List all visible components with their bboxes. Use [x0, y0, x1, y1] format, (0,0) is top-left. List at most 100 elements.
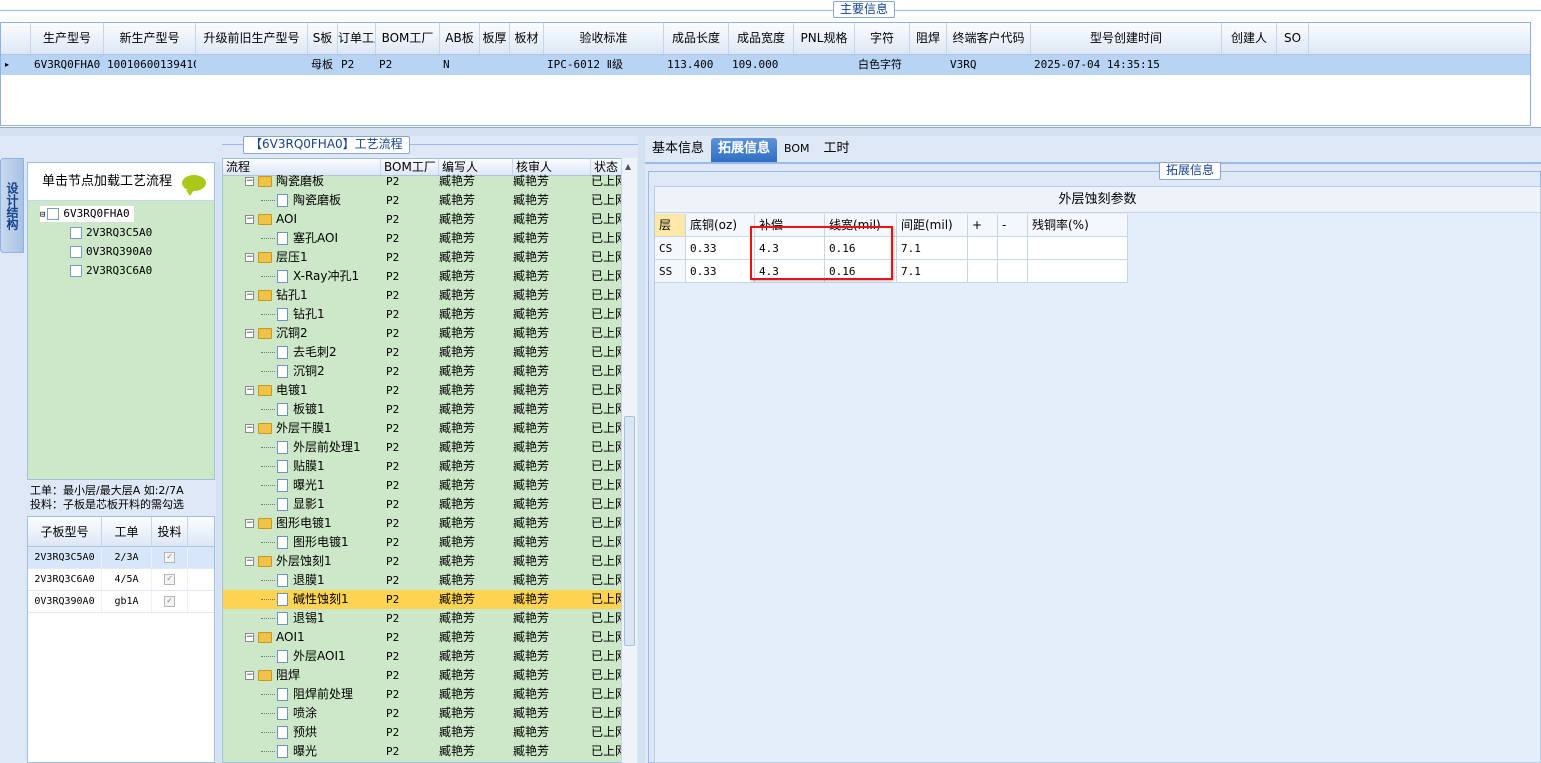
table-cell[interactable] — [968, 260, 998, 282]
table-row[interactable]: ▸ 6V3RQ0FHA0 10010600139410 母板 P2 P2 N IPC-6012… — [1, 55, 1530, 75]
flow-row[interactable]: − 电镀1 P2 臧艳芳 臧艳芳 已上网 — [223, 381, 621, 400]
table-cell[interactable]: 2025-07-04 14:35:15 — [1031, 55, 1222, 74]
column-header[interactable]: 型号创建时间 — [1031, 23, 1222, 54]
process-flow-tree[interactable]: 流程BOM工厂编写人核审人状态 −陶瓷磨板P2臧艳芳臧艳芳已上网陶瓷磨板P2臧艳… — [222, 158, 637, 763]
flow-row[interactable]: 塞孔AOI P2 臧艳芳 臧艳芳 已上网 — [223, 229, 621, 248]
table-row[interactable]: 0V3RQ390A0 gb1A ✓ — [28, 591, 214, 613]
horizontal-splitter[interactable] — [0, 128, 1541, 136]
column-header[interactable]: 工单 — [102, 517, 152, 546]
column-header[interactable]: 新生产型号 — [104, 23, 196, 54]
collapse-icon[interactable]: − — [245, 329, 254, 338]
flow-row[interactable]: 图形电镀1 P2 臧艳芳 臧艳芳 已上网 — [223, 533, 621, 552]
column-header[interactable]: 升级前旧生产型号 — [196, 23, 308, 54]
scroll-up-icon[interactable]: ▲ — [625, 162, 631, 171]
tab-2[interactable]: BOM — [777, 138, 817, 162]
table-cell[interactable] — [794, 55, 855, 74]
table-cell[interactable]: 0.33 — [686, 260, 755, 282]
table-cell[interactable]: V3RQ — [947, 55, 1031, 74]
table-cell[interactable]: 109.000 — [729, 55, 794, 74]
column-header[interactable]: BOM工厂 — [376, 23, 440, 54]
flow-row[interactable]: − 陶瓷磨板 P2 臧艳芳 臧艳芳 已上网 — [223, 172, 621, 191]
flow-row[interactable]: 板镀1 P2 臧艳芳 臧艳芳 已上网 — [223, 400, 621, 419]
collapse-icon[interactable]: − — [245, 519, 254, 528]
flow-row[interactable]: 曝光 P2 臧艳芳 臧艳芳 已上网 — [223, 742, 621, 761]
collapse-icon[interactable]: − — [245, 215, 254, 224]
column-header[interactable]: 投料 — [152, 517, 188, 546]
column-header[interactable]: 创建人 — [1222, 23, 1277, 54]
flow-row[interactable]: 外层前处理1 P2 臧艳芳 臧艳芳 已上网 — [223, 438, 621, 457]
flow-row[interactable]: 曝光1 P2 臧艳芳 臧艳芳 已上网 — [223, 476, 621, 495]
collapse-icon[interactable]: − — [245, 177, 254, 186]
flow-row[interactable]: − AOI1 P2 臧艳芳 臧艳芳 已上网 — [223, 628, 621, 647]
flow-row[interactable]: 显影1 P2 臧艳芳 臧艳芳 已上网 — [223, 495, 621, 514]
column-header[interactable]: + — [968, 214, 998, 236]
table-cell[interactable]: P2 — [338, 55, 376, 74]
column-header[interactable]: 子板型号 — [28, 517, 102, 546]
column-header[interactable]: 字符 — [855, 23, 910, 54]
flow-row[interactable]: − 外层蚀刻1 P2 臧艳芳 臧艳芳 已上网 — [223, 552, 621, 571]
flow-row[interactable]: 陶瓷磨板 P2 臧艳芳 臧艳芳 已上网 — [223, 191, 621, 210]
feed-checkbox[interactable]: ✓ — [164, 573, 175, 585]
flow-row[interactable]: − 钻孔1 P2 臧艳芳 臧艳芳 已上网 — [223, 286, 621, 305]
flow-row[interactable]: 外层AOI1 P2 臧艳芳 臧艳芳 已上网 — [223, 647, 621, 666]
column-header[interactable]: AB板 — [440, 23, 480, 54]
middle-splitter[interactable] — [638, 136, 645, 763]
flow-row[interactable]: − 图形电镀1 P2 臧艳芳 臧艳芳 已上网 — [223, 514, 621, 533]
column-header[interactable]: 板材 — [510, 23, 544, 54]
flow-row[interactable]: 贴膜1 P2 臧艳芳 臧艳芳 已上网 — [223, 457, 621, 476]
tree-node[interactable]: 0V3RQ390A0 — [70, 244, 152, 260]
table-cell[interactable] — [510, 55, 544, 74]
collapse-icon[interactable]: ⊟ — [40, 210, 45, 220]
tree-node[interactable]: 2V3RQ3C6A0 — [70, 263, 152, 279]
column-header[interactable]: 终端客户代码 — [947, 23, 1031, 54]
column-header[interactable]: 板厚 — [480, 23, 510, 54]
flow-row[interactable]: − 阻焊 P2 臧艳芳 臧艳芳 已上网 — [223, 666, 621, 685]
flow-row[interactable]: − 层压1 P2 臧艳芳 臧艳芳 已上网 — [223, 248, 621, 267]
tab-3[interactable]: 工时 — [817, 138, 857, 162]
collapse-icon[interactable]: − — [245, 557, 254, 566]
table-cell[interactable]: IPC-6012 Ⅱ级 — [544, 55, 664, 74]
table-cell[interactable] — [910, 55, 947, 74]
flow-row[interactable]: X-Ray冲孔1 P2 臧艳芳 臧艳芳 已上网 — [223, 267, 621, 286]
collapse-icon[interactable]: − — [245, 671, 254, 680]
column-header[interactable]: 阻焊 — [910, 23, 947, 54]
table-cell[interactable] — [968, 237, 998, 259]
table-cell[interactable]: 白色字符 — [855, 55, 910, 74]
flow-row[interactable]: − 沉铜2 P2 臧艳芳 臧艳芳 已上网 — [223, 324, 621, 343]
column-header[interactable]: 底铜(oz) — [686, 214, 755, 236]
flow-scrollbar[interactable]: ▲ — [621, 158, 637, 763]
table-cell[interactable]: SS — [655, 260, 686, 282]
column-header[interactable]: 验收标准 — [544, 23, 664, 54]
table-cell[interactable]: 7.1 — [897, 237, 968, 259]
table-cell[interactable] — [998, 237, 1028, 259]
flow-row[interactable]: 退膜1 P2 臧艳芳 臧艳芳 已上网 — [223, 571, 621, 590]
table-cell[interactable]: 10010600139410 — [104, 55, 196, 74]
column-header[interactable]: 间距(mil) — [897, 214, 968, 236]
row-selector-icon[interactable]: ▸ — [1, 55, 31, 74]
collapse-icon[interactable]: − — [245, 253, 254, 262]
flow-row[interactable]: − AOI P2 臧艳芳 臧艳芳 已上网 — [223, 210, 621, 229]
left-splitter[interactable] — [216, 162, 221, 763]
column-header[interactable]: S板 — [308, 23, 338, 54]
collapse-icon[interactable]: − — [245, 424, 254, 433]
feed-checkbox[interactable]: ✓ — [164, 595, 175, 607]
table-cell[interactable] — [998, 260, 1028, 282]
flow-row[interactable]: 沉铜2 P2 臧艳芳 臧艳芳 已上网 — [223, 362, 621, 381]
feed-checkbox[interactable]: ✓ — [164, 551, 175, 563]
collapse-icon[interactable]: − — [245, 386, 254, 395]
column-header[interactable]: 成品长度 — [664, 23, 729, 54]
column-header[interactable]: SO — [1277, 23, 1309, 54]
design-structure-tab[interactable]: 设计结构 — [0, 158, 24, 253]
flow-row[interactable]: 去毛刺2 P2 臧艳芳 臧艳芳 已上网 — [223, 343, 621, 362]
collapse-icon[interactable]: − — [245, 633, 254, 642]
table-row[interactable]: 2V3RQ3C6A0 4/5A ✓ — [28, 569, 214, 591]
tab-1[interactable]: 拓展信息 — [711, 138, 778, 162]
table-cell[interactable] — [1222, 55, 1277, 74]
table-cell[interactable]: 0.33 — [686, 237, 755, 259]
table-cell[interactable]: 母板 — [308, 55, 338, 74]
table-cell[interactable]: CS — [655, 237, 686, 259]
column-header[interactable]: 残铜率(%) — [1028, 214, 1128, 236]
table-cell[interactable] — [480, 55, 510, 74]
column-header[interactable]: - — [998, 214, 1028, 236]
column-header[interactable]: 订单工厂 — [338, 23, 376, 54]
